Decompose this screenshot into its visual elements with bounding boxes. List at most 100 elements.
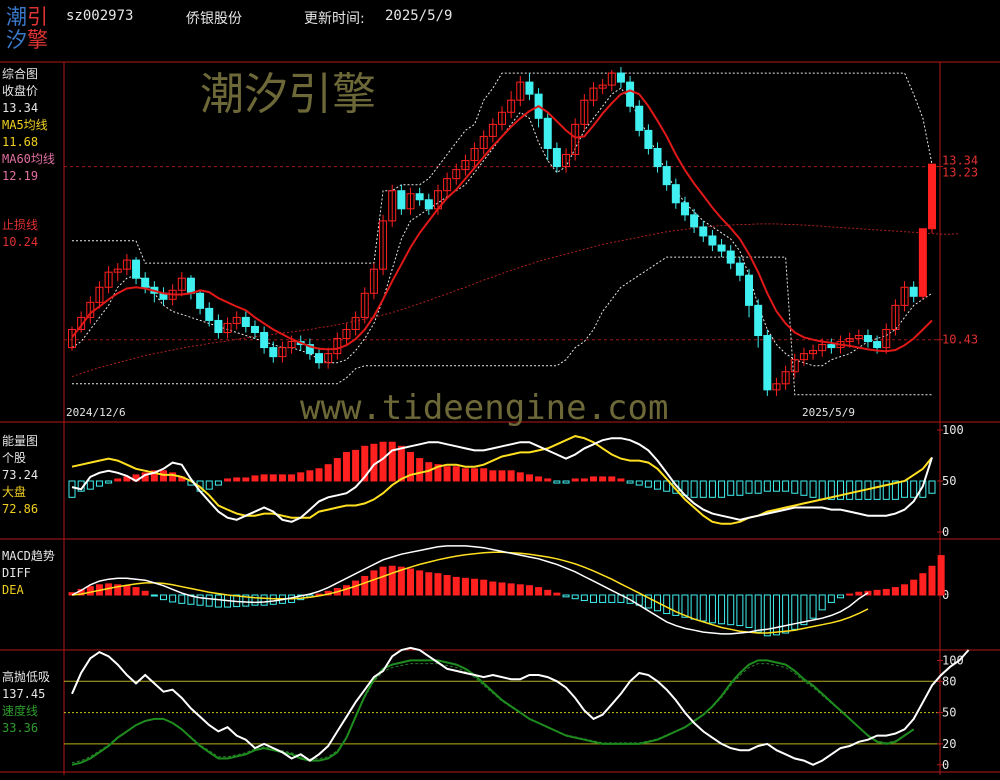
energy-bar	[535, 476, 543, 482]
macd-bar	[471, 578, 479, 596]
candle-down	[909, 286, 918, 297]
candle-down	[735, 262, 744, 276]
energy-bar	[580, 478, 588, 482]
energy-bar	[690, 480, 698, 498]
energy-bar	[562, 480, 570, 484]
macd-bar	[800, 594, 808, 626]
energy-bar	[443, 466, 451, 482]
candle-down	[635, 105, 644, 131]
macd-panel-title: MACD趋势	[2, 549, 55, 563]
energy-bar	[489, 470, 497, 482]
ma60-value: 12.19	[2, 169, 39, 183]
candle-down	[196, 292, 205, 309]
macd-bar	[855, 591, 863, 596]
gpdx-axis-label: 0	[942, 758, 949, 772]
macd-bar	[434, 573, 442, 596]
energy-bar	[589, 476, 597, 482]
energy-bar	[306, 470, 314, 482]
macd-bar	[86, 586, 94, 596]
energy-bar	[498, 470, 506, 482]
energy-bar	[379, 441, 387, 482]
energy-bar	[782, 480, 790, 492]
macd-diff-label: DIFF	[2, 566, 31, 580]
macd-bar	[837, 594, 845, 599]
energy-bar	[416, 458, 424, 482]
ma5-value: 11.68	[2, 135, 39, 149]
energy-bar	[791, 480, 799, 494]
macd-bar	[846, 593, 854, 596]
macd-bar	[379, 566, 387, 596]
candle-down	[241, 316, 250, 327]
macd-bar	[214, 594, 222, 608]
macd-bar	[178, 594, 186, 604]
energy-bar	[873, 480, 881, 500]
candle-down	[214, 319, 223, 334]
candle-down	[763, 335, 772, 391]
energy-stock-value: 73.24	[2, 468, 39, 482]
energy-market-value: 72.86	[2, 502, 39, 516]
macd-bar	[507, 583, 515, 596]
candle-down	[662, 166, 671, 186]
macd-bar	[562, 594, 570, 598]
energy-bar	[846, 480, 854, 500]
candle-down	[863, 335, 872, 343]
macd-bar	[599, 594, 607, 603]
macd-bar	[699, 594, 707, 622]
energy-bar	[617, 478, 625, 482]
candle-down	[250, 325, 259, 334]
energy-bar	[736, 480, 744, 496]
energy-panel-title: 能量图	[2, 434, 39, 448]
macd-bar	[352, 580, 360, 596]
speed-value: 33.36	[2, 721, 39, 735]
macd-bar	[690, 594, 698, 620]
macd-dea-label: DEA	[2, 583, 24, 597]
gpdx-axis-label: 20	[942, 737, 956, 751]
macd-bar	[150, 594, 158, 597]
candle-down	[644, 129, 653, 149]
macd-bar	[123, 585, 131, 596]
energy-bar	[461, 468, 469, 482]
energy-bar	[635, 480, 643, 486]
macd-bar	[827, 594, 835, 603]
energy-bar	[342, 451, 350, 482]
date-end: 2025/5/9	[802, 406, 855, 419]
candle-down	[424, 199, 433, 210]
macd-bar	[928, 565, 936, 596]
energy-bar	[260, 474, 268, 482]
candle-down	[754, 304, 763, 337]
macd-bar	[544, 589, 552, 596]
energy-bar	[901, 480, 909, 498]
energy-axis-label: 0	[942, 525, 949, 539]
energy-bar	[718, 480, 726, 498]
watermark-url: www.tideengine.com	[300, 388, 669, 428]
macd-bar	[525, 585, 533, 596]
energy-bar	[86, 480, 94, 490]
candle-down	[205, 307, 214, 321]
candle-down	[717, 244, 726, 252]
candle-down	[132, 259, 141, 279]
macd-bar	[132, 587, 140, 596]
energy-bar	[233, 477, 241, 482]
energy-bar	[525, 474, 533, 482]
macd-bar	[480, 579, 488, 596]
macd-bar	[169, 594, 177, 603]
macd-bar	[910, 579, 918, 596]
energy-bar	[297, 472, 305, 482]
energy-bar	[745, 480, 753, 494]
energy-axis-label: 100	[942, 423, 964, 437]
macd-bar	[260, 594, 268, 606]
macd-bar	[589, 594, 597, 603]
candle-down	[671, 184, 680, 204]
chart-stage: 潮引 汐擎 sz002973 侨银股份 更新时间: 2025/5/9 13.34…	[0, 0, 1000, 780]
energy-bar	[95, 480, 103, 487]
gpdx-value: 137.45	[2, 687, 46, 701]
energy-bar	[763, 480, 771, 492]
energy-bar	[599, 476, 607, 482]
support-line	[72, 256, 932, 396]
macd-bar	[416, 570, 424, 596]
energy-bar	[251, 475, 259, 482]
macd-bar	[553, 592, 561, 596]
candle-down	[315, 353, 324, 364]
macd-bar	[516, 584, 524, 596]
candle-down	[873, 341, 882, 349]
